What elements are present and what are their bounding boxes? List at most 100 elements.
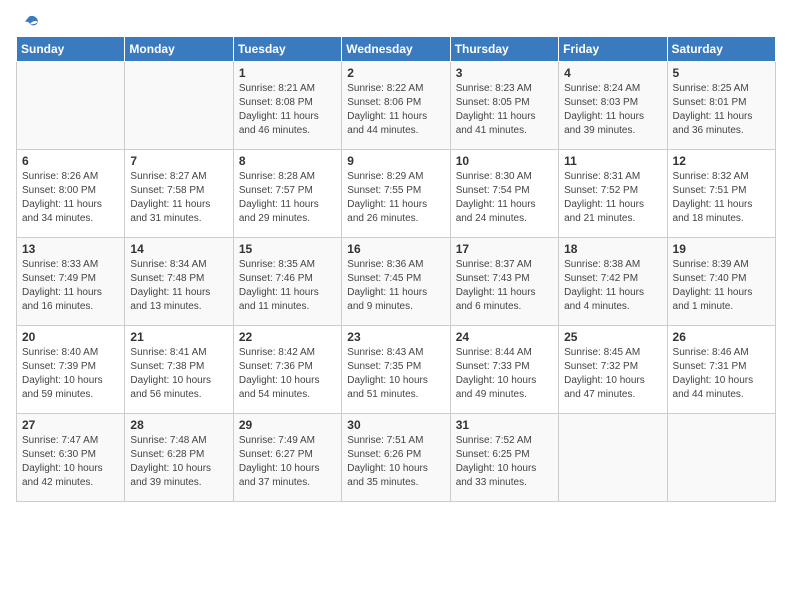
calendar: SundayMondayTuesdayWednesdayThursdayFrid… <box>16 36 776 502</box>
calendar-cell: 6 Sunrise: 8:26 AM Sunset: 8:00 PM Daylig… <box>17 150 125 238</box>
day-info: Sunrise: 8:37 AM Sunset: 7:43 PM Dayligh… <box>456 258 553 314</box>
calendar-cell: 11 Sunrise: 8:31 AM Sunset: 7:52 PM Dayli… <box>559 150 667 238</box>
day-info: Sunrise: 8:32 AM Sunset: 7:51 PM Dayligh… <box>673 170 770 226</box>
day-info: Sunrise: 7:52 AM Sunset: 6:25 PM Dayligh… <box>456 434 553 490</box>
day-number: 3 <box>456 66 553 80</box>
calendar-cell: 2 Sunrise: 8:22 AM Sunset: 8:06 PM Daylig… <box>342 62 450 150</box>
day-info: Sunrise: 8:27 AM Sunset: 7:58 PM Dayligh… <box>130 170 227 226</box>
day-info: Sunrise: 8:40 AM Sunset: 7:39 PM Dayligh… <box>22 346 119 402</box>
day-info: Sunrise: 7:49 AM Sunset: 6:27 PM Dayligh… <box>239 434 336 490</box>
calendar-cell: 29 Sunrise: 7:49 AM Sunset: 6:27 PM Dayli… <box>233 414 341 502</box>
calendar-cell: 28 Sunrise: 7:48 AM Sunset: 6:28 PM Dayli… <box>125 414 233 502</box>
day-info: Sunrise: 8:42 AM Sunset: 7:36 PM Dayligh… <box>239 346 336 402</box>
day-number: 15 <box>239 242 336 256</box>
day-number: 8 <box>239 154 336 168</box>
calendar-cell: 4 Sunrise: 8:24 AM Sunset: 8:03 PM Daylig… <box>559 62 667 150</box>
week-row-5: 27Sunrise: 7:47 AM Sunset: 6:30 PM Dayli… <box>17 414 776 502</box>
day-number: 9 <box>347 154 444 168</box>
week-row-1: 1 Sunrise: 8:21 AM Sunset: 8:08 PM Daylig… <box>17 62 776 150</box>
day-number: 12 <box>673 154 770 168</box>
calendar-cell: 24 Sunrise: 8:44 AM Sunset: 7:33 PM Dayli… <box>450 326 558 414</box>
day-number: 20 <box>22 330 119 344</box>
calendar-cell: 12 Sunrise: 8:32 AM Sunset: 7:51 PM Dayli… <box>667 150 775 238</box>
calendar-cell: 15 Sunrise: 8:35 AM Sunset: 7:46 PM Dayli… <box>233 238 341 326</box>
day-info: Sunrise: 8:45 AM Sunset: 7:32 PM Dayligh… <box>564 346 661 402</box>
day-number: 28 <box>130 418 227 432</box>
weekday-header-wednesday: Wednesday <box>342 37 450 62</box>
calendar-cell: 26 Sunrise: 8:46 AM Sunset: 7:31 PM Dayli… <box>667 326 775 414</box>
day-info: Sunrise: 8:26 AM Sunset: 8:00 PM Dayligh… <box>22 170 119 226</box>
day-info: Sunrise: 8:22 AM Sunset: 8:06 PM Dayligh… <box>347 82 444 138</box>
day-number: 6 <box>22 154 119 168</box>
weekday-header-sunday: Sunday <box>17 37 125 62</box>
calendar-cell: 25 Sunrise: 8:45 AM Sunset: 7:32 PM Dayli… <box>559 326 667 414</box>
day-info: Sunrise: 8:41 AM Sunset: 7:38 PM Dayligh… <box>130 346 227 402</box>
header <box>16 16 776 28</box>
day-number: 10 <box>456 154 553 168</box>
day-number: 23 <box>347 330 444 344</box>
calendar-cell: 3 Sunrise: 8:23 AM Sunset: 8:05 PM Daylig… <box>450 62 558 150</box>
day-number: 14 <box>130 242 227 256</box>
day-number: 11 <box>564 154 661 168</box>
day-number: 24 <box>456 330 553 344</box>
calendar-cell: 31 Sunrise: 7:52 AM Sunset: 6:25 PM Dayli… <box>450 414 558 502</box>
calendar-cell: 13Sunrise: 8:33 AM Sunset: 7:49 PM Dayli… <box>17 238 125 326</box>
calendar-cell: 23 Sunrise: 8:43 AM Sunset: 7:35 PM Dayli… <box>342 326 450 414</box>
day-number: 13 <box>22 242 119 256</box>
calendar-cell <box>559 414 667 502</box>
weekday-header-saturday: Saturday <box>667 37 775 62</box>
day-info: Sunrise: 8:43 AM Sunset: 7:35 PM Dayligh… <box>347 346 444 402</box>
calendar-cell: 17 Sunrise: 8:37 AM Sunset: 7:43 PM Dayli… <box>450 238 558 326</box>
day-number: 31 <box>456 418 553 432</box>
day-number: 17 <box>456 242 553 256</box>
day-number: 25 <box>564 330 661 344</box>
calendar-cell: 10 Sunrise: 8:30 AM Sunset: 7:54 PM Dayli… <box>450 150 558 238</box>
day-info: Sunrise: 8:36 AM Sunset: 7:45 PM Dayligh… <box>347 258 444 314</box>
day-number: 26 <box>673 330 770 344</box>
day-info: Sunrise: 7:51 AM Sunset: 6:26 PM Dayligh… <box>347 434 444 490</box>
day-number: 4 <box>564 66 661 80</box>
calendar-cell <box>125 62 233 150</box>
calendar-cell: 16 Sunrise: 8:36 AM Sunset: 7:45 PM Dayli… <box>342 238 450 326</box>
day-info: Sunrise: 8:35 AM Sunset: 7:46 PM Dayligh… <box>239 258 336 314</box>
weekday-header-monday: Monday <box>125 37 233 62</box>
day-info: Sunrise: 8:28 AM Sunset: 7:57 PM Dayligh… <box>239 170 336 226</box>
calendar-cell: 18 Sunrise: 8:38 AM Sunset: 7:42 PM Dayli… <box>559 238 667 326</box>
weekday-header-tuesday: Tuesday <box>233 37 341 62</box>
day-info: Sunrise: 8:30 AM Sunset: 7:54 PM Dayligh… <box>456 170 553 226</box>
day-number: 30 <box>347 418 444 432</box>
calendar-cell: 9Sunrise: 8:29 AM Sunset: 7:55 PM Daylig… <box>342 150 450 238</box>
day-number: 18 <box>564 242 661 256</box>
calendar-cell: 20 Sunrise: 8:40 AM Sunset: 7:39 PM Dayli… <box>17 326 125 414</box>
day-info: Sunrise: 8:24 AM Sunset: 8:03 PM Dayligh… <box>564 82 661 138</box>
calendar-cell: 1 Sunrise: 8:21 AM Sunset: 8:08 PM Daylig… <box>233 62 341 150</box>
calendar-cell: 5Sunrise: 8:25 AM Sunset: 8:01 PM Daylig… <box>667 62 775 150</box>
calendar-cell: 14Sunrise: 8:34 AM Sunset: 7:48 PM Dayli… <box>125 238 233 326</box>
day-info: Sunrise: 8:44 AM Sunset: 7:33 PM Dayligh… <box>456 346 553 402</box>
logo <box>16 16 40 28</box>
day-info: Sunrise: 8:21 AM Sunset: 8:08 PM Dayligh… <box>239 82 336 138</box>
calendar-cell: 7Sunrise: 8:27 AM Sunset: 7:58 PM Daylig… <box>125 150 233 238</box>
calendar-cell: 27Sunrise: 7:47 AM Sunset: 6:30 PM Dayli… <box>17 414 125 502</box>
logo-bird-icon <box>18 14 40 32</box>
calendar-cell: 19Sunrise: 8:39 AM Sunset: 7:40 PM Dayli… <box>667 238 775 326</box>
day-info: Sunrise: 7:48 AM Sunset: 6:28 PM Dayligh… <box>130 434 227 490</box>
week-row-2: 6 Sunrise: 8:26 AM Sunset: 8:00 PM Daylig… <box>17 150 776 238</box>
day-number: 16 <box>347 242 444 256</box>
day-number: 2 <box>347 66 444 80</box>
day-number: 21 <box>130 330 227 344</box>
day-number: 1 <box>239 66 336 80</box>
day-info: Sunrise: 8:46 AM Sunset: 7:31 PM Dayligh… <box>673 346 770 402</box>
day-info: Sunrise: 8:31 AM Sunset: 7:52 PM Dayligh… <box>564 170 661 226</box>
weekday-header-row: SundayMondayTuesdayWednesdayThursdayFrid… <box>17 37 776 62</box>
weekday-header-friday: Friday <box>559 37 667 62</box>
day-info: Sunrise: 8:23 AM Sunset: 8:05 PM Dayligh… <box>456 82 553 138</box>
calendar-cell: 22 Sunrise: 8:42 AM Sunset: 7:36 PM Dayli… <box>233 326 341 414</box>
day-info: Sunrise: 8:39 AM Sunset: 7:40 PM Dayligh… <box>673 258 770 314</box>
day-info: Sunrise: 8:38 AM Sunset: 7:42 PM Dayligh… <box>564 258 661 314</box>
day-number: 22 <box>239 330 336 344</box>
day-number: 29 <box>239 418 336 432</box>
calendar-cell <box>667 414 775 502</box>
day-number: 27 <box>22 418 119 432</box>
day-number: 5 <box>673 66 770 80</box>
